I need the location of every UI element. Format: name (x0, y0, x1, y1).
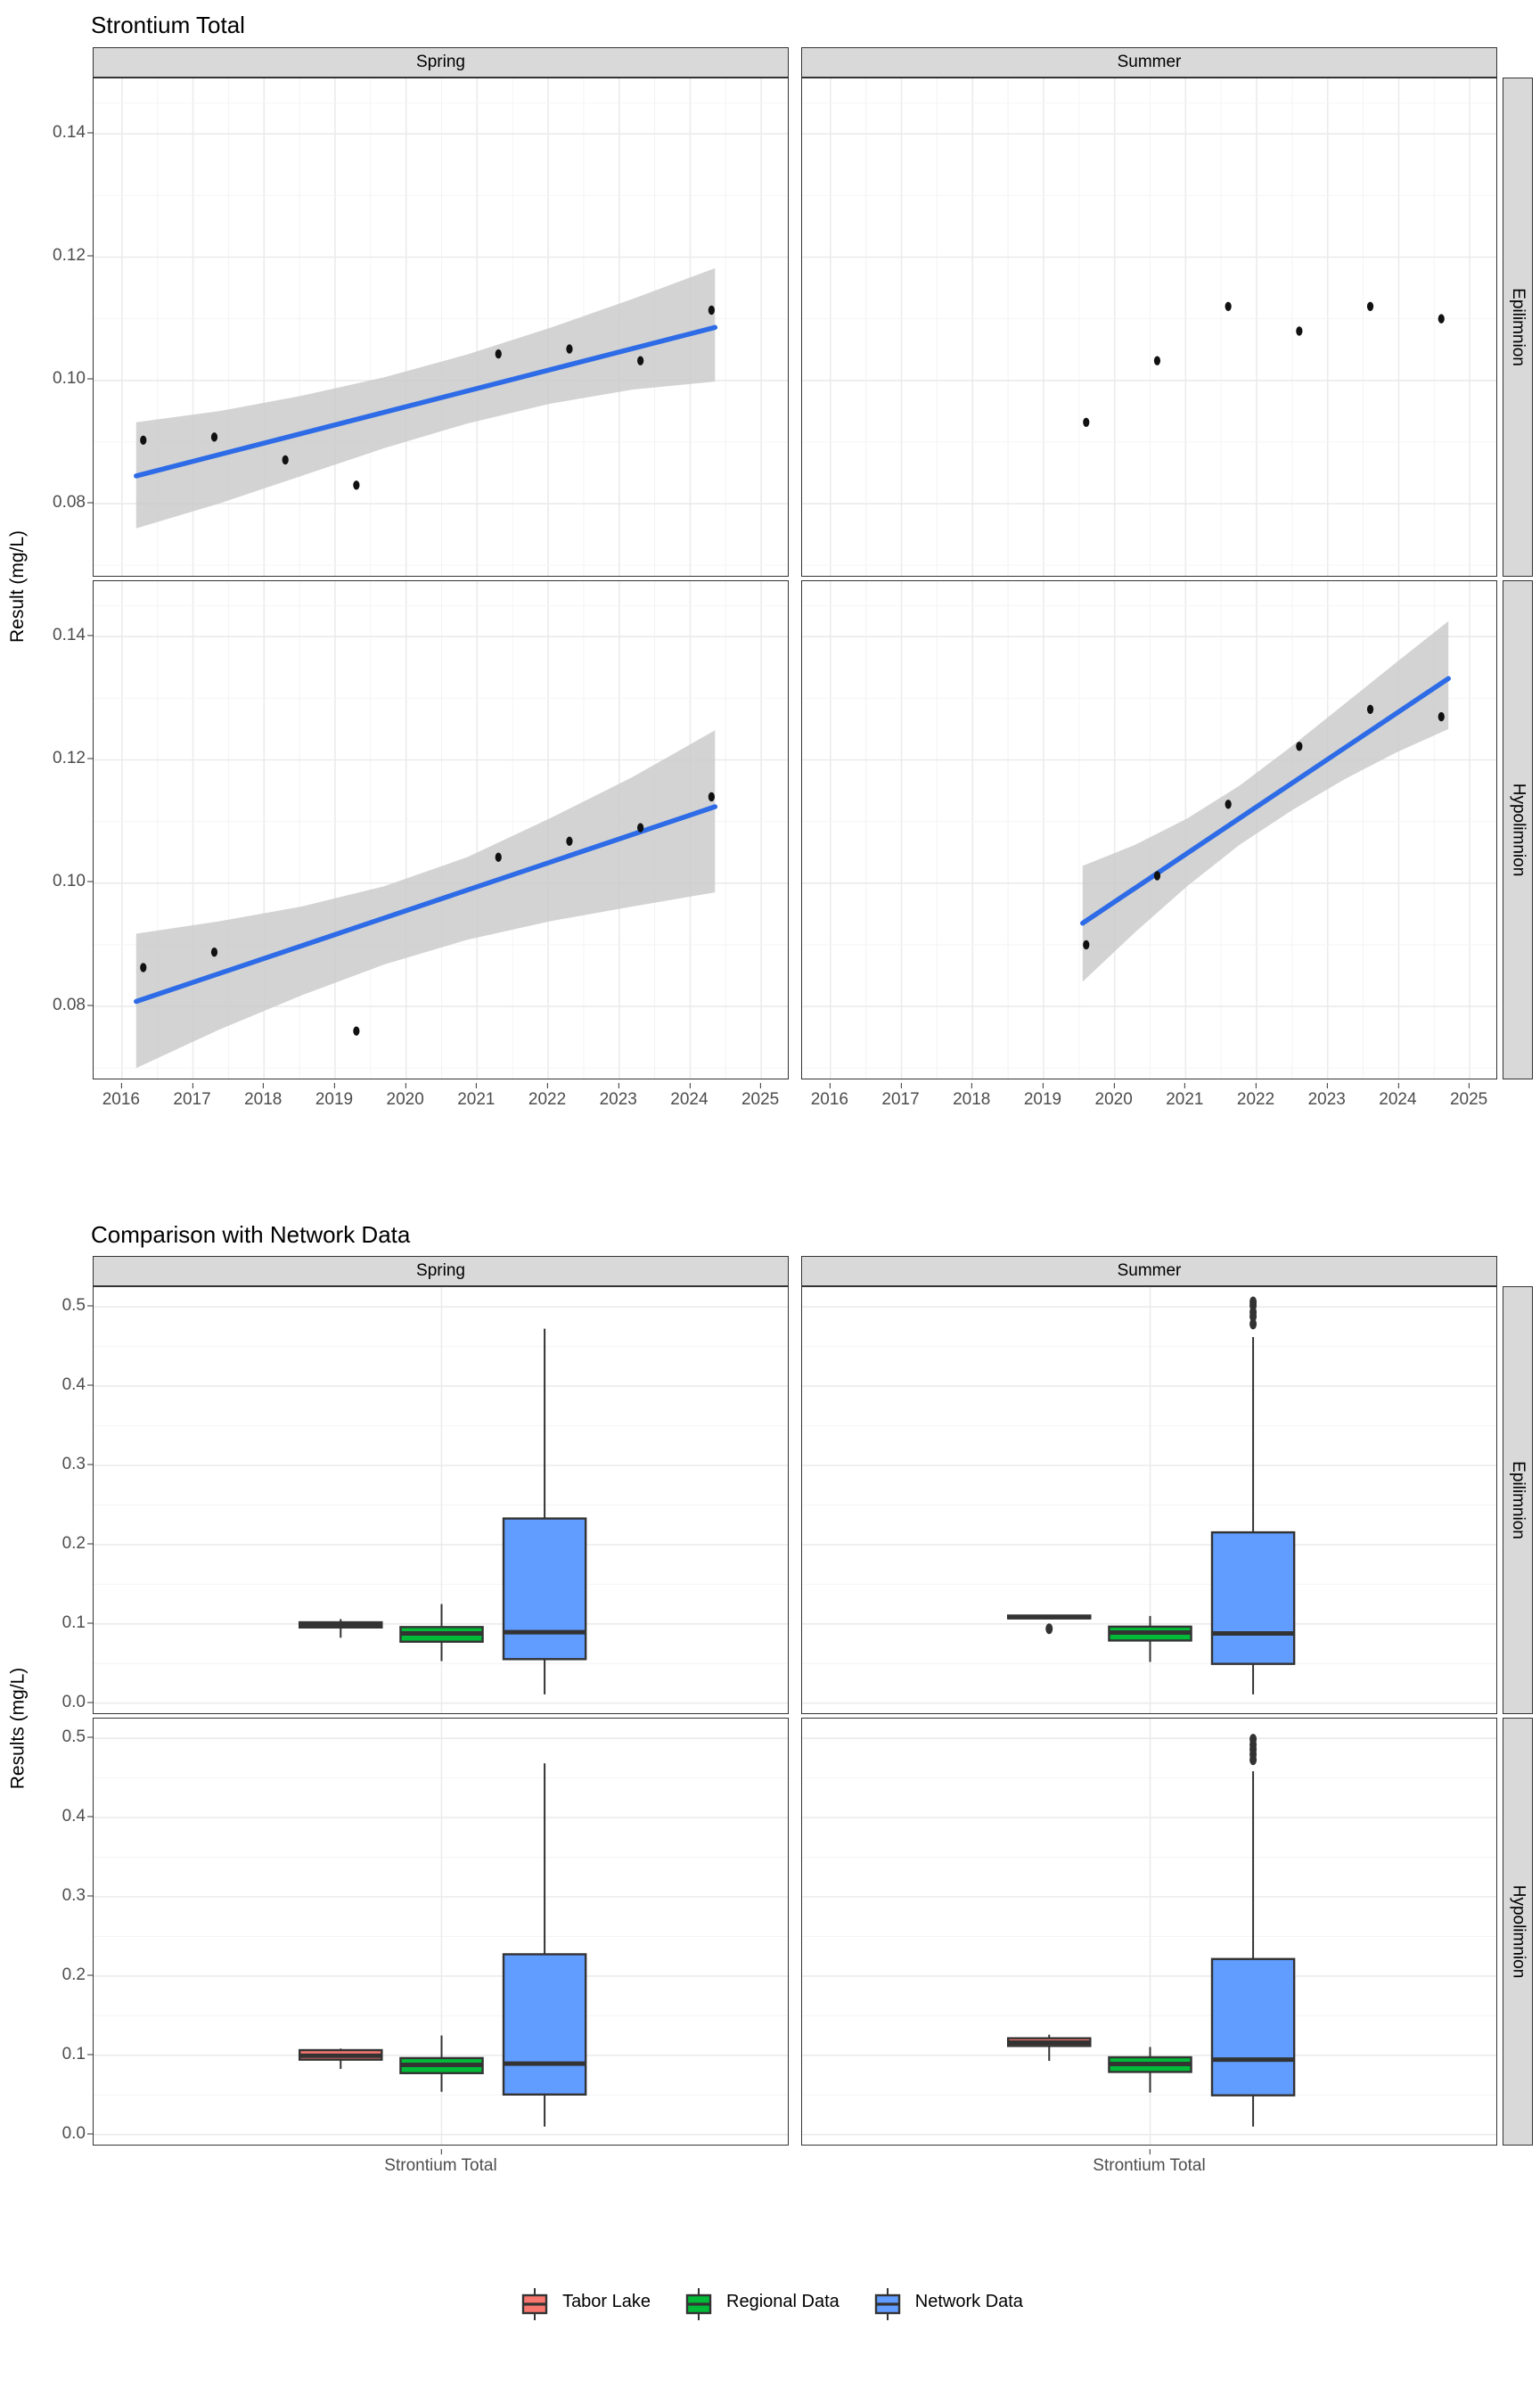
figure1-x-tick-label: 2021 (457, 1082, 496, 1109)
figure1-y-ticks-epilimnion: 0.14 0.12 0.10 0.08 (37, 78, 93, 577)
figure1-row-strip-hypolimnion: Hypolimnion (1503, 579, 1533, 1079)
figure1-panel-spring-hypolimnion (93, 579, 789, 1079)
figure1-row-strip-epilimnion: Epilimnion (1503, 77, 1533, 577)
figure2-y-tick-label: 0.5 (61, 1727, 86, 1747)
legend-label-network-data: Network Data (914, 2291, 1023, 2311)
figure1-x-tick-label: 2024 (1379, 1082, 1417, 1109)
figure1-y-tick-label: 0.10 (53, 872, 86, 891)
figure1-x-tick-label: 2025 (1449, 1082, 1488, 1109)
figure2-x-tick-label: Strontium Total (384, 2149, 497, 2176)
figure2-y-ticks-hypolimnion: 0.0 0.1 0.2 0.3 0.4 0.5 (37, 1718, 93, 2146)
figure2-y-tick-label: 0.0 (61, 1692, 86, 1711)
figure2-y-tick-label: 0.3 (61, 1455, 86, 1474)
figure2-panel-spring-hypolimnion (93, 1718, 789, 2146)
figure2-y-tick-label: 0.2 (61, 1965, 86, 1985)
legend-key-regional-data (681, 2286, 717, 2321)
figure1-y-tick-label: 0.12 (53, 246, 86, 266)
figure2-title: Comparison with Network Data (91, 1220, 411, 1248)
figure1-x-tick-label: 2018 (953, 1082, 991, 1109)
figure2-y-ticks-epilimnion: 0.0 0.1 0.2 0.3 0.4 0.5 (37, 1286, 93, 1714)
boxplot-legend: Tabor Lake Regional Data Network Data (0, 2286, 1540, 2321)
figure2-column-strip-summer: Summer (801, 1256, 1497, 1287)
comparison-network-figure: Comparison with Network Data Results (mg… (0, 1206, 1540, 2321)
legend-item-tabor-lake[interactable]: Tabor Lake (517, 2286, 651, 2321)
figure1-column-strip-summer: Summer (801, 46, 1497, 78)
figure1-x-tick-label: 2019 (1023, 1082, 1062, 1109)
figure2-y-tick-label: 0.1 (61, 1612, 86, 1632)
figure2-x-tick-label: Strontium Total (1093, 2149, 1206, 2176)
figure1-x-tick-label: 2022 (528, 1082, 567, 1109)
figure1-x-tick-label: 2017 (173, 1082, 211, 1109)
figure1-x-tick-label: 2023 (599, 1082, 637, 1109)
figure2-y-tick-label: 0.0 (61, 2123, 86, 2143)
figure1-x-ticks-spring: 2016 2017 2018 2019 2020 2021 2022 2023 2024 2025 (93, 1082, 789, 1119)
legend-key-network-data (870, 2286, 905, 2321)
figure1-title: Strontium Total (91, 12, 245, 38)
strontium-total-figure: Strontium Total Result (mg/L) Spring Summ… (0, 0, 1540, 1206)
figure1-x-tick-label: 2020 (1094, 1082, 1133, 1109)
figure1-x-tick-label: 2022 (1236, 1082, 1275, 1109)
figure1-plot-area: Result (mg/L) Spring Summer 0.14 0.12 0.10 0.… (0, 46, 1540, 1206)
figure1-y-tick-label: 0.14 (53, 122, 86, 142)
legend-item-regional-data[interactable]: Regional Data (681, 2286, 840, 2321)
figure2-x-ticks-summer: Strontium Total (801, 2149, 1497, 2185)
figure2-y-tick-label: 0.4 (61, 1807, 86, 1826)
figure1-column-strip-spring: Spring (93, 46, 789, 78)
figure2-plot-area: Results (mg/L) Spring Summer 0.0 0.1 0.2 0.3 0… (0, 1256, 1540, 2263)
figure2-y-tick-label: 0.2 (61, 1534, 86, 1554)
figure1-y-ticks-hypolimnion: 0.14 0.12 0.10 0.08 (37, 580, 93, 1079)
figure1-x-tick-label: 2018 (244, 1082, 283, 1109)
figure2-column-strip-spring: Spring (93, 1256, 789, 1287)
figure1-x-tick-label: 2019 (315, 1082, 354, 1109)
figure1-x-tick-label: 2024 (670, 1082, 709, 1109)
figure1-x-tick-label: 2016 (102, 1082, 141, 1109)
figure1-y-tick-label: 0.14 (53, 625, 86, 644)
figure1-y-tick-label: 0.08 (53, 492, 86, 512)
figure2-y-tick-label: 0.3 (61, 1886, 86, 1906)
figure1-x-tick-label: 2025 (741, 1082, 780, 1109)
figure1-x-tick-label: 2016 (810, 1082, 849, 1109)
figure1-panel-summer-epilimnion (801, 77, 1497, 577)
figure2-x-ticks-spring: Strontium Total (93, 2149, 789, 2185)
legend-label-regional-data: Regional Data (726, 2291, 840, 2311)
figure2-panel-spring-epilimnion (93, 1286, 789, 1715)
figure1-y-tick-label: 0.12 (53, 749, 86, 768)
figure2-panel-summer-epilimnion (801, 1286, 1497, 1715)
figure2-y-tick-label: 0.5 (61, 1296, 86, 1316)
figure1-x-tick-label: 2023 (1307, 1082, 1346, 1109)
figure1-x-tick-label: 2020 (386, 1082, 424, 1109)
legend-item-network-data[interactable]: Network Data (870, 2286, 1023, 2321)
figure1-x-ticks-summer: 2016 2017 2018 2019 2020 2021 2022 2023 2024 2025 (801, 1082, 1497, 1119)
figure2-y-axis-title: Results (mg/L) (7, 1667, 28, 1790)
figure1-panel-spring-epilimnion (93, 77, 789, 577)
figure1-panel-summer-hypolimnion (801, 579, 1497, 1079)
figure1-x-tick-label: 2021 (1166, 1082, 1204, 1109)
figure2-y-tick-label: 0.4 (61, 1375, 86, 1395)
legend-key-tabor-lake (517, 2286, 553, 2321)
figure2-row-strip-hypolimnion: Hypolimnion (1503, 1718, 1533, 2146)
legend-label-tabor-lake: Tabor Lake (562, 2291, 651, 2311)
figure2-y-tick-label: 0.1 (61, 2044, 86, 2064)
figure1-y-tick-label: 0.08 (53, 995, 86, 1014)
figure1-y-tick-label: 0.10 (53, 369, 86, 389)
figure1-x-tick-label: 2017 (881, 1082, 920, 1109)
figure2-panel-summer-hypolimnion (801, 1718, 1497, 2146)
figure2-row-strip-epilimnion: Epilimnion (1503, 1286, 1533, 1715)
figure1-y-axis-title: Result (mg/L) (7, 529, 28, 643)
